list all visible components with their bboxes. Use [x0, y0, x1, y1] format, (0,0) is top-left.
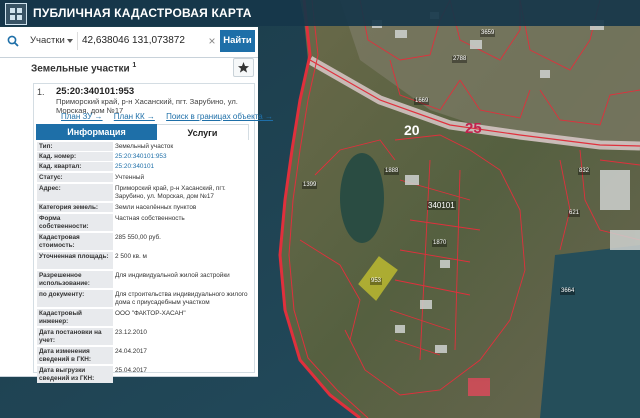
record-tabs: Информация Услуги [36, 124, 249, 140]
lot-label: 1870 [432, 240, 448, 247]
zone-label-25: 25 [465, 120, 482, 137]
row-label: по документу: [37, 290, 113, 307]
row-value: 2 500 кв. м [115, 253, 147, 260]
row-value: Для индивидуальной жилой застройки [115, 272, 230, 279]
row-value: 24.04.2017 [115, 348, 147, 355]
row-label: Статус: [37, 173, 113, 182]
row-value: Для строительства индивидуального жилого… [115, 291, 248, 306]
lake [340, 153, 384, 243]
row-value: Приморский край, р-н Хасанский, пгт. Зар… [115, 185, 226, 200]
row-label: Дата постановки на учет: [37, 328, 113, 345]
record-cadastral-id[interactable]: 25:20:340101:953 [56, 86, 134, 97]
record-links: План ЗУ → План КК → Поиск в границах объ… [61, 112, 282, 121]
plan-kk-link[interactable]: План КК → [114, 112, 155, 121]
row-label: Разрешенное использование: [37, 271, 113, 288]
star-icon [238, 62, 249, 73]
row-label: Форма собственности: [37, 214, 113, 231]
tab-information[interactable]: Информация [36, 124, 157, 140]
app-title: ПУБЛИЧНАЯ КАДАСТРОВАЯ КАРТА [33, 6, 252, 20]
plan-zu-link[interactable]: План ЗУ → [61, 112, 103, 121]
row-value[interactable]: 25:20:340101:953 [115, 152, 250, 162]
search-icon[interactable] [7, 35, 19, 47]
search-in-bounds-link[interactable]: Поиск в границах объекта → [166, 112, 273, 121]
grid-logo-icon[interactable] [5, 3, 27, 25]
lot-label: 3659 [480, 30, 496, 37]
lot-label: 2788 [452, 56, 468, 63]
lot-label: 3664 [560, 288, 576, 295]
quarter-label: 340101 [427, 201, 456, 210]
row-label: Кад. квартал: [37, 162, 113, 171]
search-type-value: Участки [30, 35, 65, 46]
section-title: Земельные участки 1 [31, 62, 136, 74]
row-value[interactable]: 25:20:340101 [115, 162, 250, 172]
row-value: Частная собственность [115, 215, 185, 222]
row-value: Учтенный [115, 174, 145, 181]
tab-services[interactable]: Услуги [157, 124, 249, 140]
search-input[interactable] [80, 32, 212, 50]
section-count: 1 [132, 62, 137, 69]
close-icon[interactable]: × [206, 34, 218, 48]
lot-label: 621 [568, 210, 581, 217]
chevron-down-icon [67, 39, 73, 43]
top-bar: ПУБЛИЧНАЯ КАДАСТРОВАЯ КАРТА [0, 0, 640, 26]
lot-label: 832 [578, 168, 591, 175]
record-number: 1. [37, 87, 45, 97]
row-label: Кад. номер: [37, 152, 113, 161]
row-value: Земельный участок [115, 143, 174, 150]
row-label: Дата изменения сведений в ГКН: [37, 347, 113, 364]
row-label: Тип: [37, 142, 113, 151]
lot-label: 1669 [414, 98, 430, 105]
row-label: Дата выгрузки сведений из ГКН: [37, 366, 113, 383]
find-button[interactable]: Найти [220, 30, 255, 52]
zone-label-20: 20 [404, 122, 420, 138]
row-value: ООО "ФАКТОР-ХАСАН" [115, 310, 186, 317]
lot-label: 1888 [384, 168, 400, 175]
search-type-select[interactable]: Участки [26, 32, 78, 50]
row-label: Уточненная площадь: [37, 252, 113, 269]
row-label: Кадастровый инженер: [37, 309, 113, 326]
row-label: Кадастровая стоимость: [37, 233, 113, 250]
row-value: Земли населённых пунктов [115, 204, 197, 211]
row-value: 25.04.2017 [115, 367, 147, 374]
row-label: Адрес: [37, 184, 113, 201]
lot-label: 1399 [302, 182, 318, 189]
parcel-label: 953 [370, 278, 383, 285]
row-value: 285 550,00 руб. [115, 234, 161, 241]
row-label: Категория земель: [37, 203, 113, 212]
section-title-text: Земельные участки [31, 63, 130, 75]
favorite-button[interactable] [233, 58, 254, 77]
search-bar: Участки × Найти [0, 27, 258, 58]
bay-water [540, 245, 640, 418]
row-value: 23.12.2010 [115, 329, 147, 336]
